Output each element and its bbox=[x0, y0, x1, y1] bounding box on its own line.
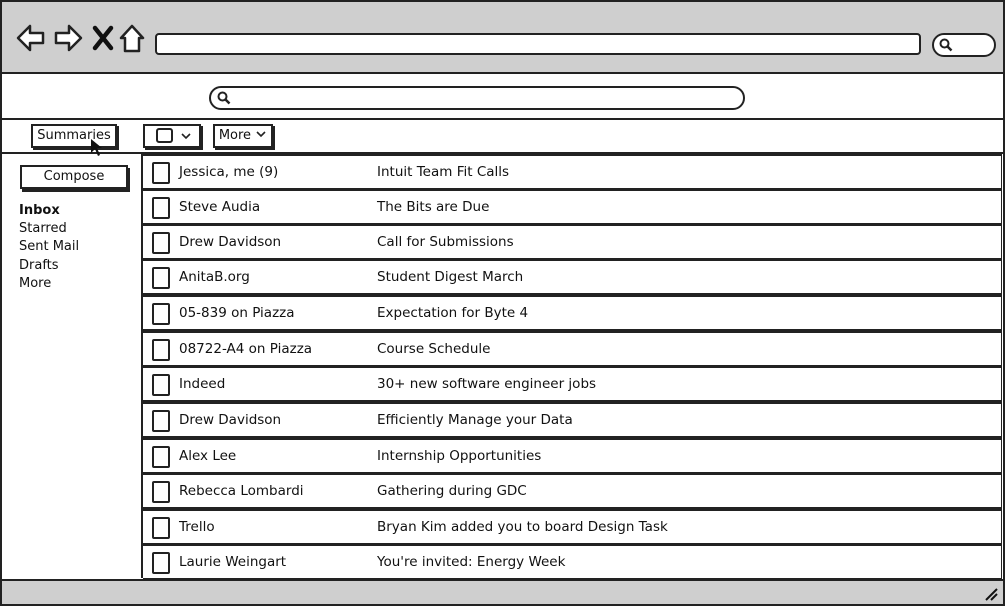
search-icon bbox=[217, 91, 231, 105]
email-row[interactable]: Alex Lee Internship Opportunities bbox=[143, 438, 1002, 474]
home-icon[interactable] bbox=[118, 22, 148, 54]
email-sender: 05-839 on Piazza bbox=[179, 305, 295, 321]
email-subject: Efficiently Manage your Data bbox=[377, 412, 573, 428]
email-checkbox[interactable] bbox=[152, 481, 170, 503]
chevron-down-icon bbox=[256, 131, 266, 138]
email-row[interactable]: Drew Davidson Call for Submissions bbox=[143, 224, 1002, 260]
back-arrow-icon[interactable] bbox=[16, 22, 46, 54]
email-row[interactable]: Steve Audia The Bits are Due bbox=[143, 189, 1002, 225]
email-subject: Internship Opportunities bbox=[377, 448, 542, 464]
email-subject: Expectation for Byte 4 bbox=[377, 305, 529, 321]
resize-grip-icon[interactable] bbox=[983, 587, 999, 601]
browser-toolbar bbox=[2, 2, 1003, 74]
mail-search-input[interactable] bbox=[209, 86, 745, 110]
browser-search-field[interactable] bbox=[932, 33, 996, 57]
email-checkbox[interactable] bbox=[152, 517, 170, 539]
sidebar-item-drafts[interactable]: Drafts bbox=[19, 257, 79, 275]
email-subject: Bryan Kim added you to board Design Task bbox=[377, 519, 668, 535]
sidebar-item-starred[interactable]: Starred bbox=[19, 220, 79, 238]
email-checkbox[interactable] bbox=[152, 303, 170, 325]
address-bar[interactable] bbox=[155, 33, 921, 55]
email-checkbox[interactable] bbox=[152, 267, 170, 289]
folder-list: Inbox Starred Sent Mail Drafts More bbox=[19, 202, 79, 293]
email-sender: AnitaB.org bbox=[179, 269, 250, 285]
email-sender: Jessica, me (9) bbox=[179, 164, 279, 180]
email-sender: Drew Davidson bbox=[179, 234, 282, 250]
email-sender: Alex Lee bbox=[179, 448, 237, 464]
email-sender: Drew Davidson bbox=[179, 412, 282, 428]
email-checkbox[interactable] bbox=[152, 232, 170, 254]
chevron-down-icon bbox=[181, 133, 191, 140]
email-subject: Student Digest March bbox=[377, 269, 524, 285]
select-dropdown-button[interactable] bbox=[143, 124, 201, 148]
email-checkbox[interactable] bbox=[152, 197, 170, 219]
browser-window: Summaries More Compose Inbox Starred Sent … bbox=[0, 0, 1005, 606]
email-sender: 08722-A4 on Piazza bbox=[179, 341, 313, 357]
more-label: More bbox=[218, 128, 252, 143]
email-row[interactable]: Drew Davidson Efficiently Manage your Dat… bbox=[143, 402, 1002, 438]
email-row[interactable]: Laurie Weingart You're invited: Energy We… bbox=[143, 544, 1002, 580]
sidebar: Compose Inbox Starred Sent Mail Drafts More bbox=[2, 154, 143, 578]
email-subject: Course Schedule bbox=[377, 341, 491, 357]
email-sender: Indeed bbox=[179, 376, 226, 392]
email-row[interactable]: Jessica, me (9) Intuit Team Fit Calls bbox=[143, 154, 1002, 190]
email-row[interactable]: Trello Bryan Kim added you to board Desig… bbox=[143, 509, 1002, 545]
email-checkbox[interactable] bbox=[152, 410, 170, 432]
email-checkbox[interactable] bbox=[152, 162, 170, 184]
email-row[interactable]: AnitaB.org Student Digest March bbox=[143, 259, 1002, 295]
email-checkbox[interactable] bbox=[152, 374, 170, 396]
mail-search-bar bbox=[2, 74, 1003, 120]
email-sender: Rebecca Lombardi bbox=[179, 483, 304, 499]
email-sender: Laurie Weingart bbox=[179, 554, 287, 570]
email-row[interactable]: Rebecca Lombardi Gathering during GDC bbox=[143, 473, 1002, 509]
more-dropdown-button[interactable]: More bbox=[213, 124, 273, 148]
email-subject: The Bits are Due bbox=[377, 199, 490, 215]
email-sender: Steve Audia bbox=[179, 199, 261, 215]
sidebar-item-inbox[interactable]: Inbox bbox=[19, 202, 79, 220]
compose-button[interactable]: Compose bbox=[20, 165, 128, 189]
summaries-button[interactable]: Summaries bbox=[31, 124, 117, 148]
email-row[interactable]: 08722-A4 on Piazza Course Schedule bbox=[143, 331, 1002, 367]
email-subject: 30+ new software engineer jobs bbox=[377, 376, 597, 392]
close-icon[interactable] bbox=[90, 22, 116, 54]
email-subject: Intuit Team Fit Calls bbox=[377, 164, 510, 180]
search-icon bbox=[939, 38, 953, 52]
email-subject: You're invited: Energy Week bbox=[377, 554, 566, 570]
email-checkbox[interactable] bbox=[152, 446, 170, 468]
sidebar-item-more[interactable]: More bbox=[19, 275, 79, 293]
email-sender: Trello bbox=[179, 519, 215, 535]
email-checkbox[interactable] bbox=[152, 339, 170, 361]
status-bar bbox=[2, 579, 1003, 604]
email-subject: Call for Submissions bbox=[377, 234, 514, 250]
email-checkbox[interactable] bbox=[152, 552, 170, 574]
checkbox-icon bbox=[156, 128, 173, 143]
sidebar-item-sent-mail[interactable]: Sent Mail bbox=[19, 238, 79, 256]
forward-arrow-icon[interactable] bbox=[53, 22, 83, 54]
email-subject: Gathering during GDC bbox=[377, 483, 527, 499]
email-row[interactable]: Indeed 30+ new software engineer jobs bbox=[143, 366, 1002, 402]
email-row[interactable]: 05-839 on Piazza Expectation for Byte 4 bbox=[143, 295, 1002, 331]
mail-toolbar: Summaries More bbox=[2, 120, 1003, 154]
